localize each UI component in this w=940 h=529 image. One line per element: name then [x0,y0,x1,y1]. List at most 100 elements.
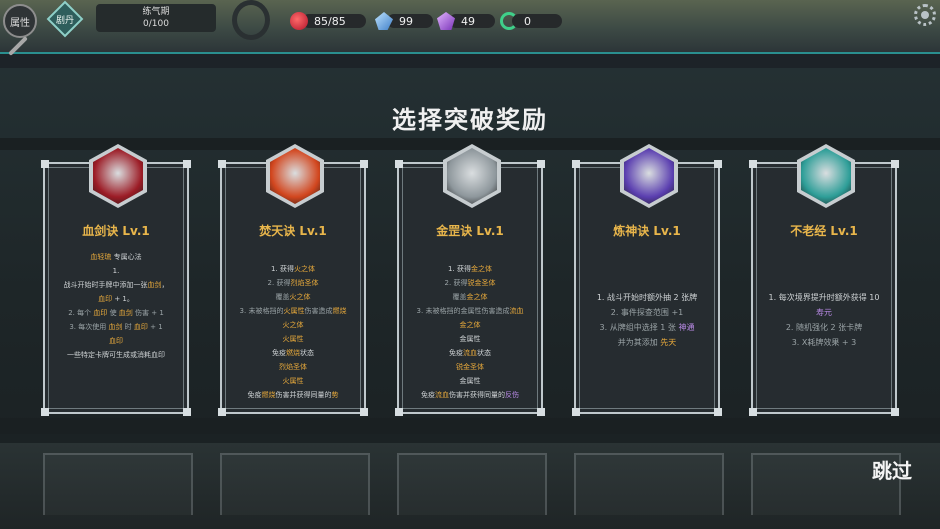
reward-card[interactable]: 焚天诀 Lv.1 1. 获得火之体 2. 获得烈焰圣体 覆盖火之体 3. 未被格挡的火属… [218,144,368,416]
card-text-segment: 1. 每次境界提升时额外获得 10 [768,293,880,302]
card-corner-ornament [360,408,368,416]
card-description-line: 3. X耗牌效果 + 3 [761,337,887,348]
card-text-segment: 使 [107,309,119,317]
reward-card[interactable]: 血剑诀 Lv.1 血轻琉 专属心法 1. 战斗开始时手牌中添加一张血剑， 血印 + 1。… [41,144,191,416]
card-text-segment: 血印 [93,309,108,317]
card-text-segment: 血剑 [147,281,162,289]
card-description-line: 覆盖火之体 [230,292,356,302]
card-title: 不老经 Lv.1 [790,224,858,238]
card-text-segment: 伤害并获得同量的 [275,391,332,399]
card-text-segment: 覆盖 [452,293,467,301]
card-description-line: 3. 每次使用 血剑 时 血印 + 1 [53,322,179,332]
card-text-segment: 燃烧 [332,307,347,315]
card-text-segment: 伤害 + 1 [132,309,164,317]
card-text-segment: 燃烧 [261,391,276,399]
top-hud: 属性 剧丹 练气期 0/100 85/85 99 49 0 [0,0,940,56]
card-text-segment: 免疫 [421,391,435,399]
card-text-segment: 血剑 [108,323,123,331]
hp-value: 85/85 [314,14,346,28]
card-text-segment: 2. 每个 [68,309,94,317]
card-description-line: 2. 随机强化 2 张卡牌 [761,322,887,333]
card-text-segment: 势 [331,391,339,399]
card-description-line: 战斗开始时手牌中添加一张血剑， [53,280,179,290]
hp-stat: 85/85 [290,12,366,30]
card-text-segment: 状态 [477,349,491,357]
card-text-segment: 流血 [509,307,524,315]
card-text-segment: 免疫 [272,349,286,357]
card-corner-ornament [714,160,722,168]
card-text-segment: 2. 事件探查范围 +1 [610,308,684,317]
card-text-segment: 3. 从牌组中选择 1 张 [599,323,679,332]
card-text-segment: 并为其添加 [617,338,661,347]
card-text-segment: 免疫 [247,391,262,399]
skip-button[interactable]: 跳过 [872,455,912,484]
card-description-line: 免疫燃烧状态 [230,348,356,358]
reward-card[interactable]: 炼神诀 Lv.1 1. 战斗开始时额外抽 2 张牌 2. 事件探查范围 +1 3. 从… [572,144,722,416]
card-title: 焚天诀 Lv.1 [259,224,327,238]
card-text-segment: 伤害并获得同量的 [449,391,505,399]
card-text-segment: 神通 [678,323,695,332]
card-text-segment: 血轻琉 [90,253,112,261]
card-text-segment: 3. 未被格挡的 [239,307,284,315]
gem-stat: 49 [437,12,495,30]
card-text-segment: 伤害造成 [304,307,333,315]
card-description-line: 火之体 [230,320,356,330]
realm-name: 练气期 [142,7,170,17]
card-text-segment: 一些特定卡牌可生成或消耗血印 [67,351,165,359]
card-text-segment: 1. [112,267,120,275]
card-text-segment: 金之体 [470,265,492,273]
card-text-segment: 反伤 [505,391,519,399]
card-description-line: 1. 战斗开始时额外抽 2 张牌 [584,292,710,303]
card-description-line: 2. 获得锐金圣体 [407,278,533,288]
card-description-line: 2. 每个 血印 使 血剑 伤害 + 1 [53,308,179,318]
card-text-segment: 血剑 [118,309,133,317]
card-corner-ornament [749,408,757,416]
hp-icon [290,12,308,30]
metal-burst-icon [447,148,497,204]
card-description-line: 火属性 [230,376,356,386]
realm-panel: 练气期 0/100 [96,4,216,32]
spirit-stone-stat: 99 [375,12,433,30]
reward-card[interactable]: 金罡诀 Lv.1 1. 获得金之体 2. 获得锐金圣体 覆盖金之体 3. 未被格挡的金属… [395,144,545,416]
divider-bottom [0,418,940,434]
realm-progress: 0/100 [143,19,169,29]
card-text-segment: 覆盖 [275,293,290,301]
card-text-segment: + 1。 [112,295,134,303]
card-text-segment: 专属心法 [111,253,142,261]
card-text-segment: 金之体 [466,293,488,301]
card-corner-ornament [41,408,49,416]
card-text-segment: 流血 [435,391,449,399]
card-reflection [574,453,724,515]
card-description-line: 免疫流血伤害并获得同量的反伤 [407,390,533,400]
card-description-line: 金属性 [407,376,533,386]
card-corner-ornament [218,408,226,416]
card-text-segment: 锐金圣体 [456,363,484,371]
card-text-segment: 血印 [133,323,148,331]
card-corner-ornament [749,160,757,168]
alchemy-label: 剧丹 [55,16,74,26]
gear-icon[interactable] [914,4,936,26]
card-corner-ornament [395,160,403,168]
card-corner-ornament [537,160,545,168]
card-corner-ornament [183,160,191,168]
card-corner-ornament [714,408,722,416]
blood-sword-icon [93,148,143,204]
card-text-segment: 2. 获得 [267,279,291,287]
card-text-segment: 3. 未被格挡的金属性伤害造成 [416,307,510,315]
card-corner-ornament [891,160,899,168]
card-description-line: 烈焰圣体 [230,362,356,372]
card-reflection [43,453,193,515]
attributes-button[interactable]: 属性 [3,4,37,38]
card-text-segment: 免疫 [449,349,463,357]
card-text-segment: 金之体 [459,321,481,329]
sword-icon [8,36,28,56]
card-text-segment: + 1 [147,323,163,331]
card-corner-ornament [183,408,191,416]
spirit-stone-value: 99 [399,14,413,28]
swirl-icon [500,12,518,30]
reward-card[interactable]: 不老经 Lv.1 1. 每次境界提升时额外获得 10 寿元 2. 随机强化 2 张卡牌… [749,144,899,416]
card-text-segment: 烈焰圣体 [290,279,319,287]
card-text-segment: 火属性 [283,307,305,315]
card-description-line: 2. 获得烈焰圣体 [230,278,356,288]
card-text-segment: 3. X耗牌效果 + 3 [791,338,857,347]
